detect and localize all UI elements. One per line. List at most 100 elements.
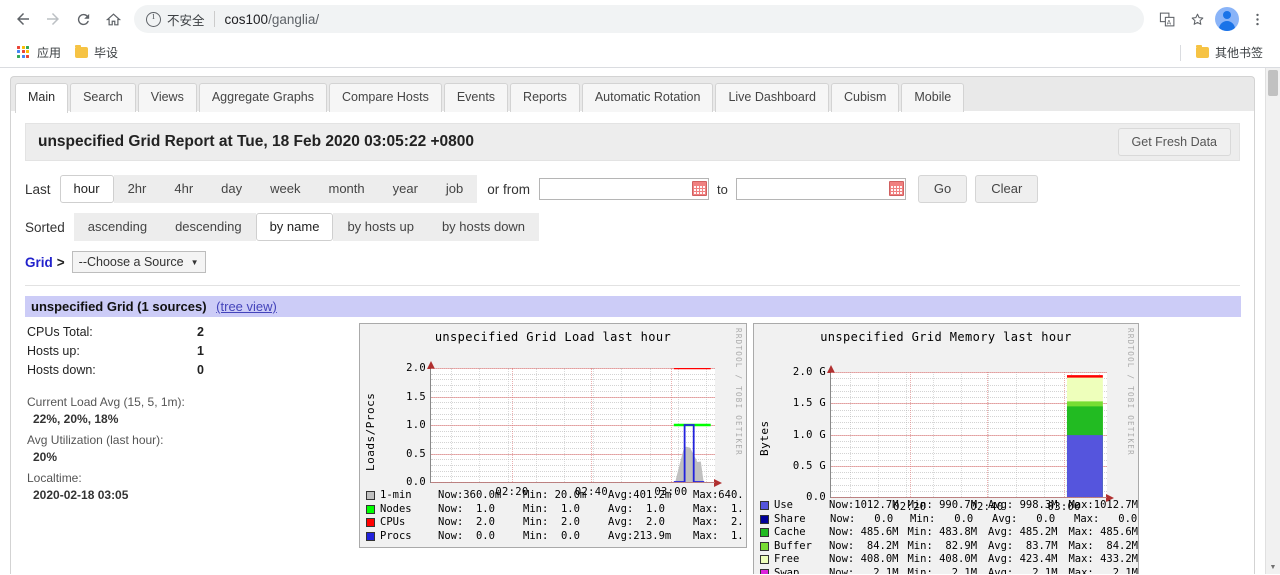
sort-ascending[interactable]: ascending bbox=[73, 213, 162, 241]
from-date-wrapper bbox=[539, 178, 710, 200]
stat-label: Hosts down: bbox=[27, 363, 96, 377]
legend-now: 2.1M bbox=[873, 566, 899, 575]
stat-value: 1 bbox=[197, 344, 204, 358]
legend-now: 0.0 bbox=[874, 512, 894, 525]
forward-button[interactable] bbox=[38, 4, 68, 34]
sort-by-hosts-down[interactable]: by hosts down bbox=[427, 213, 540, 241]
grid-breadcrumb-link[interactable]: Grid bbox=[25, 255, 53, 270]
grid-source-row: Grid > --Choose a Source ▼ bbox=[25, 251, 1240, 273]
stat-label: Hosts up: bbox=[27, 344, 80, 358]
tab-live-dashboard[interactable]: Live Dashboard bbox=[715, 83, 829, 112]
sorted-label: Sorted bbox=[25, 219, 65, 235]
range-hour[interactable]: hour bbox=[59, 175, 114, 203]
range-day[interactable]: day bbox=[207, 175, 257, 203]
range-4hr[interactable]: 4hr bbox=[160, 175, 208, 203]
forward-arrow-icon bbox=[47, 13, 59, 25]
bookmark-button[interactable] bbox=[1182, 4, 1212, 34]
legend-name: Procs bbox=[380, 529, 412, 542]
grid-summary-banner: unspecified Grid (1 sources) (tree view) bbox=[25, 296, 1241, 317]
legend-swatch-procs bbox=[366, 531, 375, 541]
legend-min: 82.9M bbox=[945, 539, 978, 552]
x-axis-tick: 02:40 bbox=[574, 486, 609, 498]
tab-events[interactable]: Events bbox=[443, 83, 509, 112]
legend-max: 640. bbox=[718, 489, 744, 501]
toolbar-actions: A bbox=[1152, 4, 1272, 34]
stat-cpus-total: CPUs Total: 2 bbox=[27, 323, 355, 342]
from-date-input[interactable] bbox=[539, 178, 710, 200]
load-graph-canvas: unspecified Grid Load last hour RRDTOOL … bbox=[360, 324, 746, 498]
sort-by-name[interactable]: by name bbox=[255, 213, 334, 241]
stat-value: 0 bbox=[197, 363, 204, 377]
reload-button[interactable] bbox=[68, 4, 98, 34]
home-icon bbox=[105, 12, 121, 25]
get-fresh-data-button[interactable]: Get Fresh Data bbox=[1117, 128, 1231, 156]
series-stack-Use bbox=[1066, 435, 1103, 497]
legend-avg: 2.1M bbox=[1032, 566, 1058, 575]
legend-now: 485.6M bbox=[860, 526, 899, 538]
legend-min: 0.0 bbox=[560, 529, 580, 542]
range-week[interactable]: week bbox=[256, 175, 315, 203]
bookmark-folder-bishe[interactable]: 毕设 bbox=[68, 41, 125, 64]
legend-name: Swap bbox=[774, 566, 800, 575]
memory-plot-area: 0.0 0.5 G 1.0 G 1.5 G 2.0 G 02:20 02:40 03:00 bbox=[793, 365, 1114, 513]
tab-search[interactable]: Search bbox=[70, 83, 136, 112]
range-job[interactable]: job bbox=[431, 175, 478, 203]
legend-max: 1. bbox=[730, 502, 744, 515]
calendar-icon[interactable] bbox=[692, 181, 708, 196]
tab-main[interactable]: Main bbox=[15, 83, 69, 113]
url-text: cos100/ganglia/ bbox=[225, 12, 320, 27]
profile-button[interactable] bbox=[1212, 4, 1242, 34]
calendar-icon[interactable] bbox=[888, 181, 904, 196]
y-axis-tick: 2.0 bbox=[406, 362, 426, 374]
y-axis-tick: 0.0 bbox=[806, 491, 826, 503]
legend-max: 2. bbox=[730, 516, 744, 528]
sort-by-hosts-up[interactable]: by hosts up bbox=[333, 213, 428, 241]
range-year[interactable]: year bbox=[378, 175, 432, 203]
tab-cubism[interactable]: Cubism bbox=[831, 83, 900, 112]
legend-min: 0.0 bbox=[954, 512, 974, 525]
address-bar[interactable]: 不安全 cos100/ganglia/ bbox=[134, 5, 1144, 33]
clear-button[interactable]: Clear bbox=[975, 175, 1039, 203]
tab-compare-hosts[interactable]: Compare Hosts bbox=[328, 83, 442, 112]
x-axis-tick: 03:00 bbox=[1047, 501, 1081, 513]
other-bookmarks[interactable]: 其他书签 bbox=[1189, 41, 1270, 64]
tab-automatic-rotation[interactable]: Automatic Rotation bbox=[581, 83, 714, 112]
bookmark-apps[interactable]: 应用 bbox=[10, 41, 68, 64]
page-scrollbar-thumb[interactable] bbox=[1268, 70, 1278, 96]
browser-toolbar: 不安全 cos100/ganglia/ A bbox=[0, 0, 1280, 38]
apps-grid-icon bbox=[17, 45, 31, 60]
back-button[interactable] bbox=[8, 4, 38, 34]
x-axis-tick: 02:40 bbox=[970, 501, 1004, 513]
tab-views[interactable]: Views bbox=[137, 83, 197, 112]
tab-aggregate-graphs[interactable]: Aggregate Graphs bbox=[198, 83, 327, 112]
legend-swatch-buffer bbox=[760, 541, 769, 551]
tree-view-link[interactable]: (tree view) bbox=[216, 299, 277, 314]
security-label: 不安全 bbox=[167, 13, 205, 28]
site-info-icon[interactable] bbox=[146, 11, 161, 27]
time-range-row: Last hour 2hr 4hr day week month year jo… bbox=[25, 175, 1240, 203]
source-select[interactable]: --Choose a Source ▼ bbox=[71, 251, 206, 273]
browser-menu-button[interactable] bbox=[1242, 4, 1272, 34]
sort-descending[interactable]: descending bbox=[161, 213, 256, 241]
legend-row-free: Free Now: 408.0M Min: 408.0M Avg: 423.4M… bbox=[760, 553, 1138, 567]
utilization-label: Avg Utilization (last hour): bbox=[27, 433, 164, 447]
legend-swatch-free bbox=[760, 555, 769, 565]
grid-memory-graph[interactable]: unspecified Grid Memory last hour RRDTOO… bbox=[753, 323, 1139, 574]
utilization-value: 20% bbox=[33, 450, 58, 464]
legend-max: 433.2M bbox=[1100, 553, 1138, 565]
scroll-down-arrow-icon[interactable]: ▼ bbox=[1266, 560, 1280, 574]
tab-reports[interactable]: Reports bbox=[510, 83, 580, 112]
go-button[interactable]: Go bbox=[917, 175, 968, 203]
tab-mobile[interactable]: Mobile bbox=[901, 83, 965, 112]
to-date-input[interactable] bbox=[735, 178, 906, 200]
translate-button[interactable]: A bbox=[1152, 4, 1182, 34]
folder-icon bbox=[75, 45, 89, 58]
ganglia-tab-bar: Main Search Views Aggregate Graphs Compa… bbox=[10, 76, 1255, 113]
grid-load-graph[interactable]: unspecified Grid Load last hour RRDTOOL … bbox=[359, 323, 747, 548]
range-month[interactable]: month bbox=[314, 175, 379, 203]
bookmarks-divider bbox=[1179, 44, 1181, 61]
legend-row-procs: Procs Now: 0.0 Min: 0.0 Avg:213.9m Max: … bbox=[366, 530, 746, 544]
home-button[interactable] bbox=[98, 4, 128, 34]
page-scrollbar[interactable]: ▲ ▼ bbox=[1265, 68, 1280, 574]
range-2hr[interactable]: 2hr bbox=[113, 175, 161, 203]
